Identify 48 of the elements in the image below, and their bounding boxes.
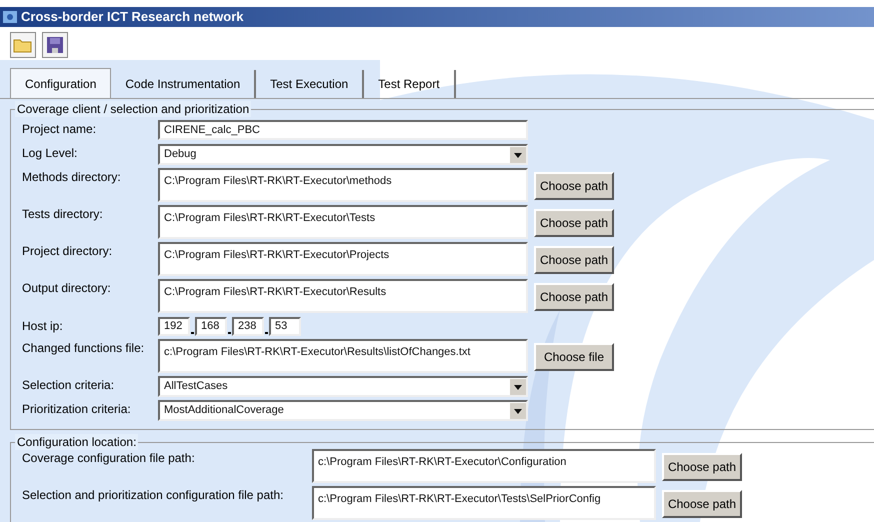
path-field[interactable]: c:\Program Files\RT-RK\RT-Executor\Tests\SelPriorConfig xyxy=(312,486,656,520)
path-field[interactable]: C:\Program Files\RT-RK\RT-Executor\Results xyxy=(158,279,528,313)
choose-button[interactable]: Choose path xyxy=(534,209,614,237)
dot-separator xyxy=(265,332,268,334)
tab[interactable]: Test Report xyxy=(364,70,456,98)
ip-octet-field[interactable]: 168 xyxy=(195,316,227,336)
field-label: Prioritization criteria: xyxy=(22,401,132,418)
dropdown-field[interactable]: MostAdditionalCoverage xyxy=(158,400,528,421)
tab[interactable]: Code Instrumentation xyxy=(111,70,256,98)
field-label: Project name: xyxy=(22,121,98,138)
window-title: Cross-border ICT Research network xyxy=(21,8,244,26)
group-title: Configuration location: xyxy=(15,434,138,450)
dropdown-field[interactable]: Debug xyxy=(158,144,528,165)
choose-button[interactable]: Choose path xyxy=(662,490,742,518)
field-label: Selection criteria: xyxy=(22,377,116,394)
path-field[interactable]: c:\Program Files\RT-RK\RT-Executor\Configuration xyxy=(312,449,656,483)
path-field[interactable]: C:\Program Files\RT-RK\RT-Executor\Projects xyxy=(158,242,528,276)
app-icon xyxy=(3,11,17,23)
choose-button[interactable]: Choose path xyxy=(534,246,614,274)
choose-button[interactable]: Choose path xyxy=(662,453,742,481)
group-title: Coverage client / selection and prioritization xyxy=(15,101,252,117)
project-name-field[interactable]: CIRENE_calc_PBC xyxy=(158,120,528,140)
open-folder-button[interactable] xyxy=(10,32,36,58)
ip-octet-field[interactable]: 53 xyxy=(269,316,301,336)
tab[interactable]: Configuration xyxy=(10,68,112,98)
dropdown-field[interactable]: AllTestCases xyxy=(158,376,528,397)
choose-button[interactable]: Choose file xyxy=(534,343,614,371)
ip-octet-field[interactable]: 238 xyxy=(232,316,264,336)
choose-button[interactable]: Choose path xyxy=(534,283,614,311)
dot-separator xyxy=(228,332,231,334)
dot-separator xyxy=(191,332,194,334)
path-field[interactable]: C:\Program Files\RT-RK\RT-Executor\Tests xyxy=(158,205,528,239)
field-label: Log Level: xyxy=(22,145,78,162)
field-label: Project directory: xyxy=(22,243,114,260)
field-label: Selection and prioritization configuration file path: xyxy=(22,487,284,504)
field-label: Methods directory: xyxy=(22,169,122,186)
save-button[interactable] xyxy=(42,32,68,58)
path-field[interactable]: c:\Program Files\RT-RK\RT-Executor\Results\listOfChanges.txt xyxy=(158,339,528,373)
field-label: Output directory: xyxy=(22,280,112,297)
field-label: Coverage configuration file path: xyxy=(22,450,196,467)
field-label: Changed functions file: xyxy=(22,340,146,357)
choose-button[interactable]: Choose path xyxy=(534,172,614,200)
path-field[interactable]: C:\Program Files\RT-RK\RT-Executor\methods xyxy=(158,168,528,202)
ip-octet-field[interactable]: 192 xyxy=(158,316,190,336)
tab[interactable]: Test Execution xyxy=(256,70,364,98)
folder-icon xyxy=(13,37,33,53)
field-label: Host ip: xyxy=(22,318,64,335)
field-label: Tests directory: xyxy=(22,206,104,223)
